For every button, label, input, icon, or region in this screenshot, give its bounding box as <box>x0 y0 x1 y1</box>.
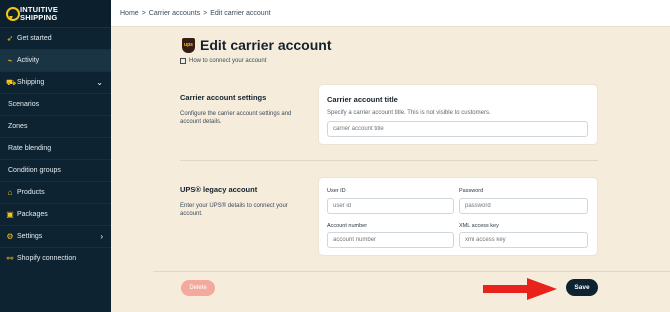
account-number-input[interactable] <box>327 232 454 248</box>
link-icon: ⚯ <box>6 253 14 263</box>
sidebar-item-scenarios[interactable]: Scenarios <box>0 93 111 115</box>
brand-logo[interactable]: INTUITIVE SHIPPING <box>0 0 111 27</box>
page-title: Edit carrier account <box>200 37 332 53</box>
sidebar-item-label: Get started <box>17 35 52 42</box>
sidebar: INTUITIVE SHIPPING ➶ Get started ⌁ Activ… <box>0 0 111 312</box>
chevron-down-icon: ⌄ <box>96 78 103 87</box>
xml-access-key-input[interactable] <box>459 232 588 248</box>
ups-logo-icon: ups <box>182 37 195 53</box>
location-pin-icon <box>6 6 20 21</box>
delete-button[interactable]: Delete <box>181 280 215 296</box>
sidebar-nav: ➶ Get started ⌁ Activity ⛟ Shipping ⌄ Sc… <box>0 27 111 269</box>
carrier-title-card: Carrier account title Specify a carrier … <box>318 84 598 145</box>
sidebar-item-settings[interactable]: ⚙ Settings › <box>0 225 111 247</box>
sidebar-item-label: Shipping <box>17 79 45 86</box>
chevron-right-icon: › <box>100 232 103 241</box>
sidebar-item-label: Rate blending <box>8 145 52 152</box>
ups-legacy-heading: UPS® legacy account <box>180 185 258 194</box>
sidebar-item-packages[interactable]: ▣ Packages <box>0 203 111 225</box>
sidebar-item-label: Zones <box>8 123 28 130</box>
main-content: ups Edit carrier account How to connect … <box>111 27 670 312</box>
save-button[interactable]: Save <box>566 279 598 296</box>
password-input[interactable] <box>459 198 588 214</box>
sidebar-item-label: Packages <box>17 211 48 218</box>
carrier-settings-heading: Carrier account settings <box>180 93 267 102</box>
external-link-icon <box>180 58 186 64</box>
package-icon: ▣ <box>6 209 14 219</box>
breadcrumb-current: Edit carrier account <box>210 9 271 17</box>
breadcrumb-separator: > <box>203 9 208 17</box>
sidebar-item-label: Products <box>17 189 45 196</box>
sidebar-item-label: Activity <box>17 57 40 64</box>
activity-icon: ⌁ <box>7 55 13 65</box>
xml-access-key-label: XML access key <box>459 223 499 229</box>
sidebar-item-label: Shopify connection <box>17 255 77 262</box>
carrier-title-card-heading: Carrier account title <box>327 95 398 104</box>
sidebar-item-zones[interactable]: Zones <box>0 115 111 137</box>
carrier-title-input[interactable] <box>327 121 588 137</box>
sidebar-item-products[interactable]: ⌂ Products <box>0 181 111 203</box>
account-number-label: Account number <box>327 223 368 229</box>
breadcrumb: Home > Carrier accounts > Edit carrier a… <box>111 0 670 27</box>
rocket-icon: ➶ <box>6 33 14 43</box>
breadcrumb-carrier-accounts[interactable]: Carrier accounts <box>149 10 200 17</box>
tag-icon: ⌂ <box>7 187 13 197</box>
ups-legacy-intro: UPS® legacy account Enter your UPS® deta… <box>180 185 300 218</box>
sidebar-item-get-started[interactable]: ➶ Get started <box>0 27 111 49</box>
ups-legacy-description: Enter your UPS® details to connect your … <box>180 203 288 217</box>
sidebar-item-label: Settings <box>17 233 43 240</box>
red-arrow-icon <box>483 278 557 300</box>
breadcrumb-separator: > <box>141 9 146 17</box>
gear-icon: ⚙ <box>6 231 14 241</box>
user-id-input[interactable] <box>327 198 454 214</box>
help-link-label: How to connect your account <box>189 58 267 64</box>
footer-divider <box>153 271 670 272</box>
sidebar-item-label: Condition groups <box>8 167 61 174</box>
carrier-settings-description: Configure the carrier account settings a… <box>180 111 292 125</box>
page-header: ups Edit carrier account <box>182 37 332 53</box>
help-link[interactable]: How to connect your account <box>180 58 266 64</box>
section-divider <box>180 160 598 161</box>
brand-line-2: SHIPPING <box>20 12 58 22</box>
password-label: Password <box>459 188 484 194</box>
sidebar-item-activity[interactable]: ⌁ Activity <box>0 49 111 71</box>
sidebar-item-condition-groups[interactable]: Condition groups <box>0 159 111 181</box>
carrier-title-card-description: Specify a carrier account title. This is… <box>327 110 491 116</box>
breadcrumb-home[interactable]: Home <box>120 10 139 17</box>
sidebar-item-rate-blending[interactable]: Rate blending <box>0 137 111 159</box>
ups-credentials-card: User ID Password Account number XML acce… <box>318 177 598 256</box>
carrier-settings-intro: Carrier account settings Configure the c… <box>180 93 300 126</box>
sidebar-item-label: Scenarios <box>8 101 40 108</box>
sidebar-item-shipping[interactable]: ⛟ Shipping ⌄ <box>0 71 111 93</box>
user-id-label: User ID <box>327 188 346 194</box>
sidebar-item-shopify-connection[interactable]: ⚯ Shopify connection <box>0 247 111 269</box>
truck-icon: ⛟ <box>6 77 17 87</box>
